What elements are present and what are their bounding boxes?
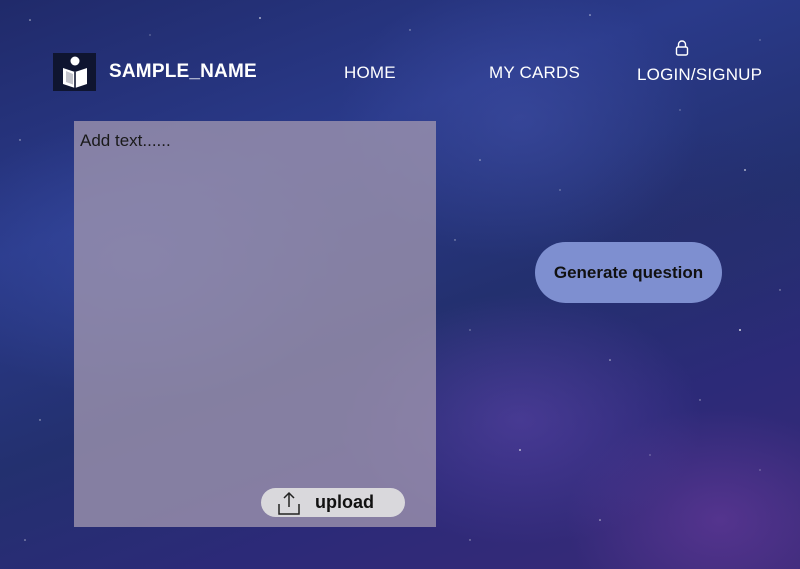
generate-question-label: Generate question	[553, 262, 704, 282]
nav-login-signup[interactable]: LOGIN/SIGNUP	[637, 65, 762, 85]
nav-home[interactable]: HOME	[344, 63, 396, 83]
text-input-panel: upload	[74, 121, 436, 527]
upload-button[interactable]: upload	[261, 488, 405, 517]
generate-question-button[interactable]: Generate question	[535, 242, 722, 303]
text-input[interactable]	[74, 121, 436, 527]
upload-label: upload	[315, 492, 374, 512]
nav-my-cards[interactable]: MY CARDS	[489, 63, 580, 83]
page-background: SAMPLE_NAME HOME MY CARDS LOGIN/SIGNUP u…	[0, 0, 800, 569]
logo[interactable]	[53, 53, 96, 91]
upload-icon	[278, 491, 300, 515]
reading-person-icon	[62, 56, 87, 88]
lock-icon	[675, 40, 689, 56]
brand-name: SAMPLE_NAME	[109, 61, 257, 82]
